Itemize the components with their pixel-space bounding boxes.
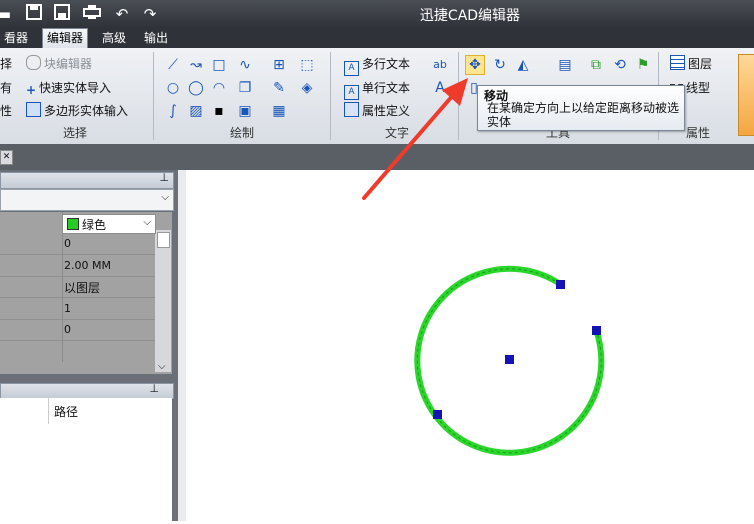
grip-end[interactable]	[592, 326, 601, 335]
path-panel-header: ⊥	[0, 382, 174, 399]
app-title: 迅捷CAD编辑器	[419, 8, 521, 24]
table-icon[interactable]: ▦	[270, 102, 288, 120]
move-tooltip: 移动 在某确定方向上以给定距离移动被选实体	[477, 85, 685, 131]
table-row[interactable]: 2.00 MM	[0, 255, 155, 277]
ribbon-tabs: 看器 编辑器 高级 输出	[0, 28, 754, 49]
freehand-icon[interactable]: ∫	[164, 102, 182, 120]
layers-icon	[670, 55, 685, 70]
tab-output[interactable]: 输出	[140, 29, 172, 48]
drawing-canvas[interactable]	[186, 170, 754, 521]
path-table: 路径	[0, 398, 172, 521]
polygon-input-button[interactable]: 多边形实体输入	[26, 101, 128, 121]
image-icon[interactable]: ▣	[236, 102, 254, 120]
red-arrow-annotation	[362, 78, 468, 200]
scroll-thumb[interactable]	[157, 232, 170, 248]
path-column-header: 路径	[54, 405, 79, 419]
replace-icon[interactable]: ⟲	[611, 56, 629, 74]
arc-icon[interactable]: ◠	[210, 79, 228, 97]
chevron-down-icon: ⌵	[143, 217, 151, 228]
shape-icon[interactable]: ◈	[298, 79, 316, 97]
save-icon[interactable]	[24, 4, 44, 24]
select-item-2[interactable]: 有	[0, 78, 12, 98]
pin-icon[interactable]: ⊥	[149, 382, 159, 395]
grip-start[interactable]	[556, 280, 565, 289]
save-as-icon[interactable]	[52, 4, 72, 24]
tab-editor[interactable]: 编辑器	[42, 28, 89, 49]
mirror-icon[interactable]: ◭	[514, 56, 532, 74]
properties-panel-header: ⊥	[0, 171, 174, 189]
table-row[interactable]: 1	[0, 298, 155, 320]
spline-icon[interactable]: ∿	[236, 56, 254, 74]
polyline-icon[interactable]: ↝	[187, 56, 205, 74]
brush-icon[interactable]: ✎	[270, 79, 288, 97]
column-divider	[62, 212, 63, 362]
flag-icon[interactable]: ⚑	[634, 56, 652, 74]
pin-icon[interactable]: ⊥	[159, 171, 169, 184]
splitter[interactable]	[178, 170, 186, 521]
group-separator	[153, 52, 154, 140]
chevron-down-icon: ⌵	[161, 192, 169, 203]
region-icon[interactable]: ⬚	[298, 56, 316, 74]
select-item-3[interactable]: 性	[0, 101, 12, 121]
color-label: 绿色	[82, 218, 107, 232]
layers-button[interactable]: 图层	[670, 54, 712, 74]
undo-icon[interactable]: ↶	[112, 4, 132, 24]
drawing-svg	[414, 265, 605, 456]
block-editor-button[interactable]: 块编辑器	[26, 54, 92, 74]
color-dropdown[interactable]: 绿色 ⌵	[62, 214, 156, 234]
chevron-down-icon[interactable]: ⌵	[158, 361, 166, 372]
copy-icon[interactable]: ❐	[236, 79, 254, 97]
line-icon[interactable]: ⟋	[164, 56, 182, 74]
select-item-1[interactable]: 择	[0, 54, 12, 74]
group-separator	[330, 52, 331, 140]
hatch-icon[interactable]: ▨	[187, 102, 205, 120]
big-button-partial[interactable]	[738, 54, 754, 136]
grip-center[interactable]	[505, 355, 514, 364]
draw-group-label: 绘制	[229, 126, 254, 140]
close-icon[interactable]: ✕	[0, 150, 13, 165]
rectangle-icon[interactable]: □	[210, 56, 228, 74]
scrollbar[interactable]: ⌵	[155, 230, 171, 372]
title-bar: ▬ ↶ ↷ 迅捷CAD编辑器	[0, 0, 754, 29]
properties-table: 0 2.00 MM 以图层 1 0 ⌵	[0, 212, 172, 374]
grip-mid[interactable]	[433, 410, 442, 419]
plus-icon: +	[26, 83, 37, 97]
ellipse-icon[interactable]: ◯	[187, 79, 205, 97]
select-group-label: 选择	[62, 126, 87, 140]
circle-icon[interactable]: ○	[164, 79, 182, 97]
align-icon[interactable]: ▤	[556, 56, 574, 74]
folder-icon[interactable]: ▬	[0, 4, 14, 24]
table-row[interactable]: 以图层	[0, 276, 155, 298]
tab-advanced[interactable]: 高级	[98, 29, 130, 48]
table-row[interactable]: 0	[0, 233, 155, 255]
point-icon[interactable]: ▪	[210, 102, 228, 120]
color-swatch	[67, 218, 79, 230]
table-row[interactable]: 0	[0, 319, 155, 341]
entity-selector-dropdown[interactable]: ⌵	[0, 189, 174, 211]
insert-block-icon[interactable]: ⊞	[270, 56, 288, 74]
rotate-icon[interactable]: ↻	[491, 56, 509, 74]
print-icon[interactable]	[82, 4, 102, 24]
polygon-select-icon	[26, 102, 41, 117]
block-editor-icon	[26, 55, 41, 70]
quick-import-button[interactable]: + 快速实体导入	[26, 78, 111, 98]
tab-viewer[interactable]: 看器	[0, 29, 32, 48]
tooltip-description: 在某确定方向上以给定距离移动被选实体	[487, 101, 680, 129]
column-divider	[48, 398, 49, 424]
redo-icon[interactable]: ↷	[140, 4, 160, 24]
copy-objects-icon[interactable]: ⧉	[587, 56, 605, 74]
